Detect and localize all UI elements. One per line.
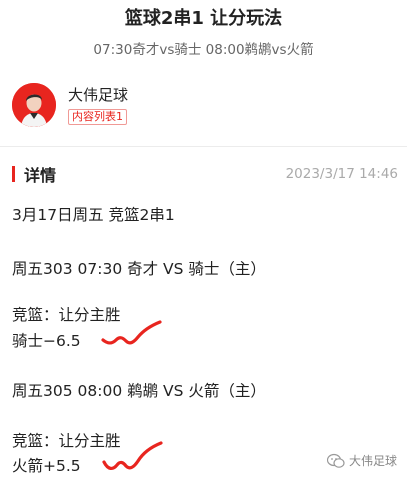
watermark-text: 大伟足球 [348, 454, 397, 468]
match-line: 周五303 07:30 奇才 VS 骑士（主） [12, 260, 266, 278]
author-block[interactable]: 大伟足球 内容列表1 [12, 82, 128, 128]
content-line: 3月17日周五 竞篮2串1 [12, 206, 175, 224]
pick-value: 骑士−6.5 [12, 332, 81, 350]
page-subtitle: 07:30奇才vs骑士 08:00鹈鹕vs火箭 [93, 42, 314, 58]
page-title: 篮球2串1 让分玩法 [124, 8, 283, 29]
author-name[interactable]: 大伟足球 [68, 85, 128, 105]
red-squiggle-mark [101, 320, 162, 345]
accent-bar [12, 166, 15, 182]
person-icon [12, 83, 56, 127]
red-squiggle-mark [102, 441, 163, 470]
avatar[interactable] [12, 83, 56, 127]
divider [0, 146, 407, 147]
section-title: 详情 [24, 166, 57, 185]
publish-date: 2023/3/17 14:46 [285, 166, 398, 182]
match-line: 周五305 08:00 鹈鹕 VS 火箭（主） [12, 382, 266, 400]
content-list-badge[interactable]: 内容列表1 [68, 109, 127, 125]
pick-value: 火箭+5.5 [12, 457, 81, 475]
watermark: 大伟足球 [326, 452, 397, 469]
section-header: 详情 [12, 163, 56, 185]
wechat-icon [326, 453, 345, 468]
